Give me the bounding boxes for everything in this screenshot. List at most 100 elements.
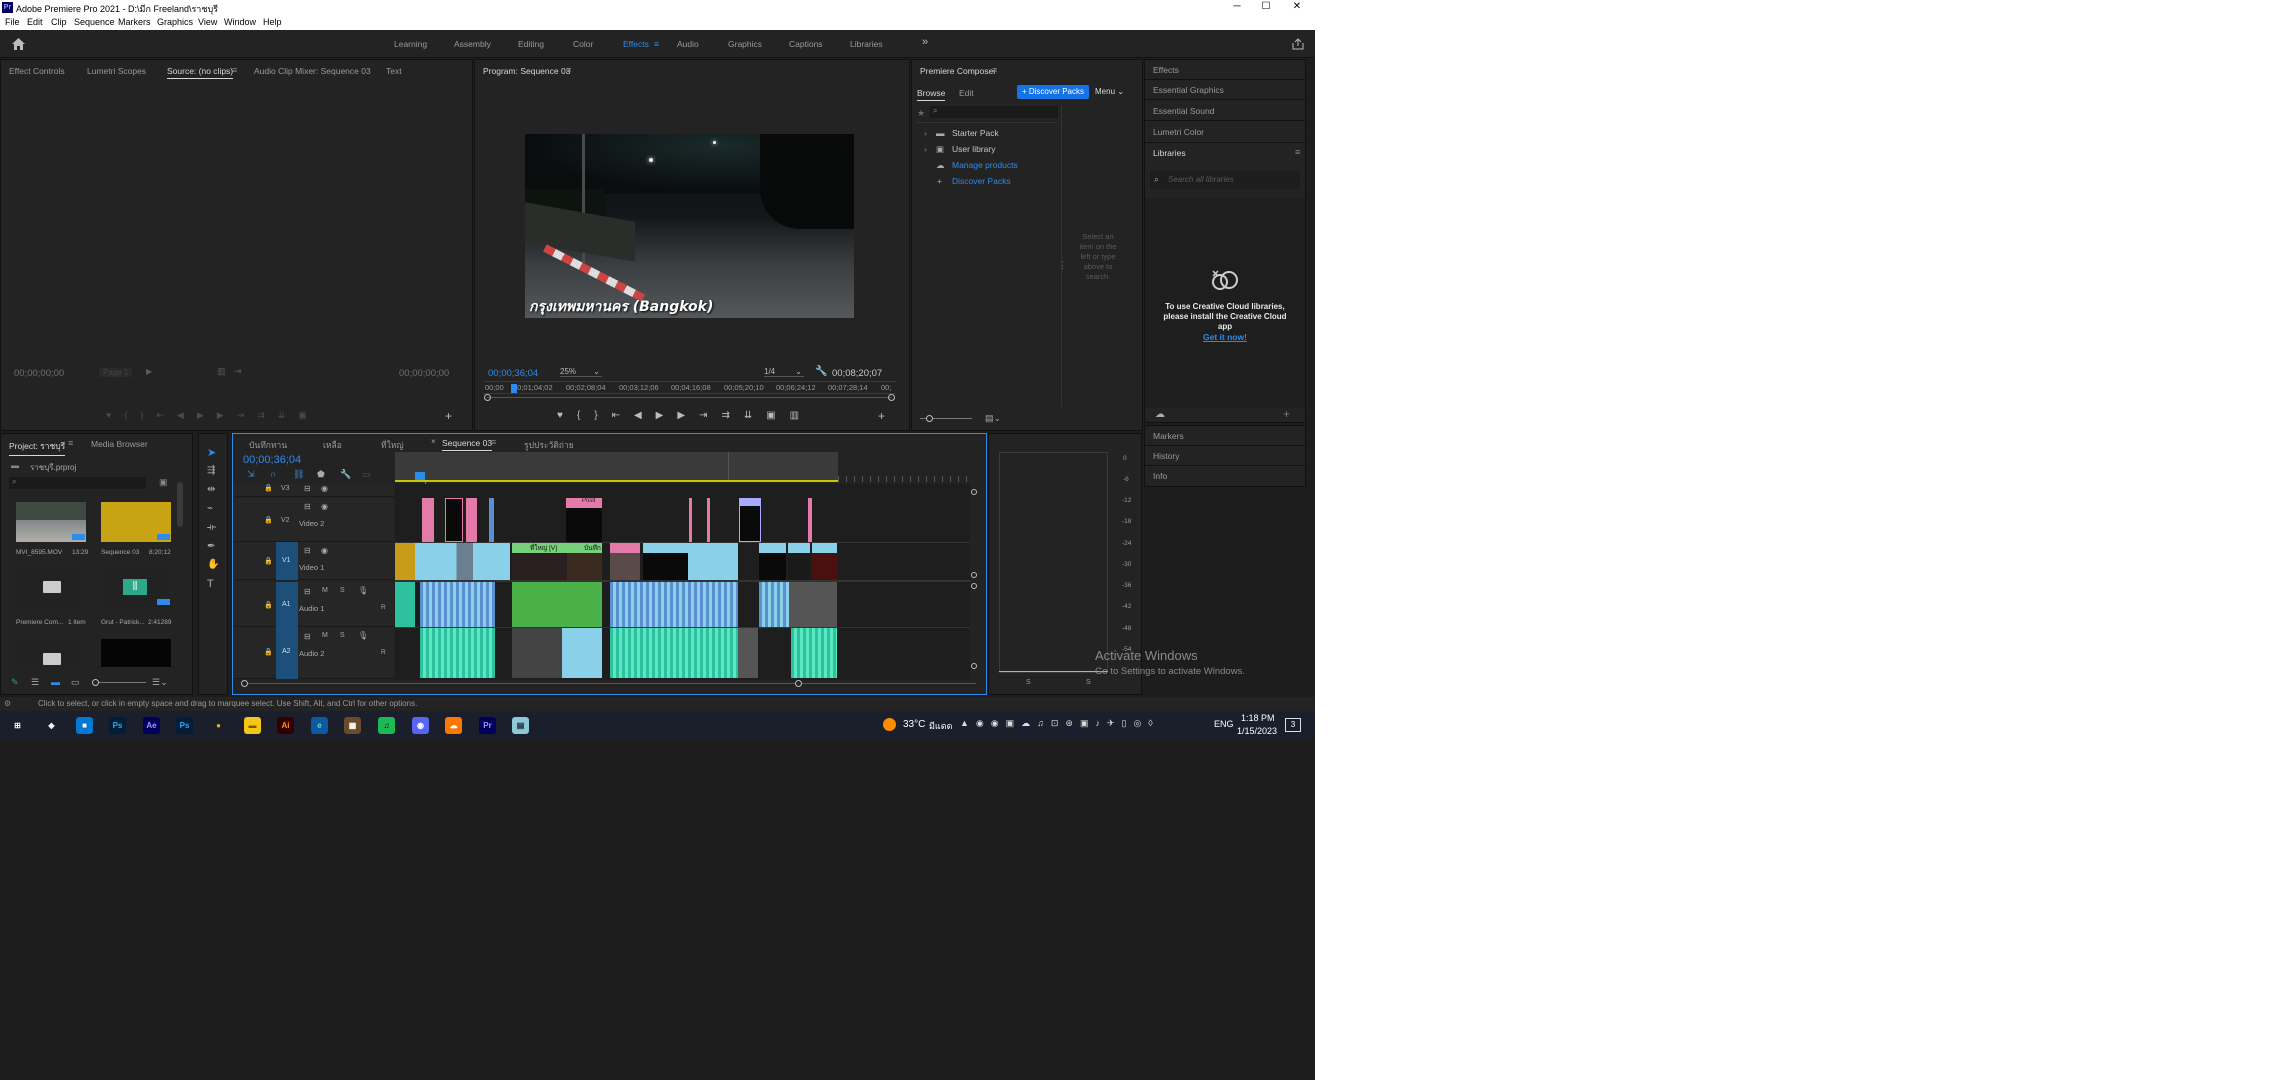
clip-v1[interactable] <box>610 543 640 580</box>
freeform-view-icon[interactable]: ▭ <box>71 677 80 688</box>
project-thumbnail-folder-2[interactable] <box>16 639 86 667</box>
composer-item[interactable]: › ▣ User library <box>924 144 1059 158</box>
mute-button[interactable]: M <box>322 587 328 594</box>
microphone-icon[interactable]: 🎙 <box>358 631 368 640</box>
list-view-icon[interactable]: ▤⌄ <box>985 413 1001 424</box>
zoom-select[interactable]: 25% ⌄ <box>560 367 602 377</box>
timeline-ruler[interactable] <box>395 452 838 482</box>
mute-button[interactable]: M <box>322 632 328 639</box>
microphone-icon[interactable]: 🎙 <box>358 586 368 595</box>
timeline-timecode[interactable]: 00;00;36;04 <box>243 454 301 466</box>
clip-v1[interactable] <box>495 543 510 580</box>
taskbar-after-effects-icon[interactable]: Ae <box>143 717 160 734</box>
track-scroll-handles[interactable] <box>969 484 979 680</box>
project-scrollbar[interactable] <box>177 482 183 527</box>
project-thumbnail-sequence[interactable] <box>101 502 171 542</box>
drag-handle-icon[interactable]: ⋮ <box>1058 260 1067 271</box>
clip-v2[interactable] <box>422 498 434 542</box>
clip-v2[interactable] <box>707 498 710 542</box>
clip-v1[interactable] <box>688 543 738 580</box>
weather-text[interactable]: มีแดด <box>929 719 952 733</box>
source-timecode-in[interactable]: 00;00;00;00 <box>14 368 64 379</box>
taskbar-premiere-icon[interactable]: Pr <box>479 717 496 734</box>
star-icon[interactable]: ★ <box>917 108 925 119</box>
page-arrow-icon[interactable]: ▶ <box>146 367 152 376</box>
clip-a2[interactable] <box>420 628 495 678</box>
find-icon[interactable]: ▣ <box>159 477 168 488</box>
clock-date[interactable]: 1/15/2023 <box>1237 726 1277 736</box>
clip-v1-labeled[interactable]: บันทึก <box>567 543 602 580</box>
scroll-handle[interactable] <box>241 680 248 687</box>
solo-button[interactable]: S <box>340 587 345 594</box>
ripple-edit-tool-icon[interactable]: ⇹ <box>207 484 215 495</box>
track-header-v3[interactable]: 🔒 V3 ⊟ ◉ <box>234 484 394 497</box>
weather-temp[interactable]: 33°C <box>903 719 925 730</box>
timeline-horizontal-scrollbar[interactable] <box>243 683 976 684</box>
clip-v2[interactable] <box>689 498 692 542</box>
workspace-assembly[interactable]: Assembly <box>454 39 491 49</box>
slider-handle[interactable] <box>92 679 99 686</box>
add-button-icon[interactable]: + <box>445 409 452 423</box>
tab-media-browser[interactable]: Media Browser <box>91 439 148 449</box>
timeline-tab[interactable]: ที่ใหญ่ <box>381 438 404 452</box>
record-icon[interactable]: R <box>381 604 386 611</box>
scroll-handle[interactable] <box>971 572 977 578</box>
quality-select[interactable]: 1/4 ⌄ <box>764 367 804 377</box>
taskbar-photoshop-2-icon[interactable]: Ps <box>176 717 193 734</box>
panel-menu-icon[interactable]: ≡ <box>232 65 237 75</box>
clip-v2[interactable] <box>489 498 494 542</box>
toggle-sync-icon[interactable]: ⊟ <box>304 502 311 511</box>
clip-v2[interactable] <box>445 498 463 542</box>
menu-window[interactable]: Window <box>224 17 256 27</box>
project-thumbnail-black[interactable] <box>101 639 171 667</box>
menu-file[interactable]: File <box>5 17 20 27</box>
clip-v1[interactable] <box>440 543 495 580</box>
lumetri-color-header[interactable]: Lumetri Color <box>1145 122 1305 142</box>
record-icon[interactable]: R <box>381 649 386 656</box>
program-transport-controls[interactable]: ♥{}⇤◀▶▶⇥⇉⇊▣▥ <box>557 410 857 423</box>
clip-v1[interactable] <box>759 543 786 580</box>
workspace-captions[interactable]: Captions <box>789 39 823 49</box>
track-lanes[interactable]: Posit ที่ใหญ่ [V] บันทึก <box>395 484 970 680</box>
add-marker-icon[interactable]: ⬟ <box>317 469 325 480</box>
clip-v1[interactable] <box>415 543 440 580</box>
clip-v1[interactable] <box>643 543 688 580</box>
maximize-button[interactable]: ☐ <box>1250 0 1282 15</box>
clip-v1[interactable] <box>395 543 415 580</box>
clip-a1[interactable] <box>395 582 415 627</box>
menu-markers[interactable]: Markers <box>118 17 151 27</box>
menu-clip[interactable]: Clip <box>51 17 67 27</box>
taskbar-illustrator-icon[interactable]: Ai <box>277 717 294 734</box>
track-header-a1[interactable]: 🔒 A1 ⊟ M S 🎙 Audio 1 R <box>234 582 394 627</box>
clip-a1[interactable] <box>512 582 602 627</box>
lock-icon[interactable]: 🔒 <box>264 484 273 492</box>
add-library-icon[interactable]: + <box>1283 407 1290 421</box>
sort-icon[interactable]: ☰⌄ <box>152 677 168 688</box>
eye-icon[interactable]: ◉ <box>321 546 328 555</box>
menu-graphics[interactable]: Graphics <box>157 17 193 27</box>
track-header-v2[interactable]: 🔒 V2 ⊟ ◉ Video 2 <box>234 498 394 542</box>
project-search-input[interactable]: ⌕ <box>9 477 146 489</box>
clip-a1[interactable] <box>759 582 789 627</box>
clock-time[interactable]: 1:18 PM <box>1241 713 1275 723</box>
workspace-menu-icon[interactable]: ≡ <box>654 39 659 49</box>
clip-a2[interactable] <box>791 628 837 678</box>
scroll-handle[interactable] <box>971 663 977 669</box>
tab-lumetri-scopes[interactable]: Lumetri Scopes <box>87 66 146 76</box>
workspace-editing[interactable]: Editing <box>518 39 544 49</box>
linked-selection-icon[interactable]: ⛓ <box>293 469 304 480</box>
panel-menu-icon[interactable]: ≡ <box>992 65 997 75</box>
sun-icon[interactable] <box>883 718 896 731</box>
tab-effect-controls[interactable]: Effect Controls <box>9 66 65 76</box>
discover-packs-button[interactable]: + Discover Packs <box>1017 85 1089 99</box>
panel-menu-icon[interactable]: ≡ <box>491 437 496 447</box>
workspace-libraries[interactable]: Libraries <box>850 39 883 49</box>
slip-tool-icon[interactable]: ⟛ <box>207 522 216 533</box>
taskbar-notes-icon[interactable]: ▤ <box>512 717 529 734</box>
program-video-frame[interactable]: กรุงเทพมหานคร (Bangkok) <box>525 134 854 318</box>
taskbar-discord-icon[interactable]: ◉ <box>412 717 429 734</box>
eye-icon[interactable]: ◉ <box>321 484 328 493</box>
clip-a2[interactable] <box>562 628 602 678</box>
workspace-learning[interactable]: Learning <box>394 39 427 49</box>
selection-tool-icon[interactable]: ➤ <box>207 446 216 459</box>
